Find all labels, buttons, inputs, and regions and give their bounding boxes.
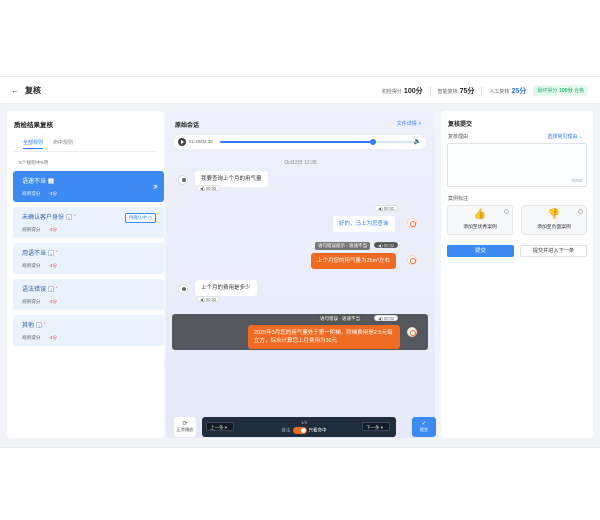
- common-reason-dropdown[interactable]: 选择常见理由 ⌄: [547, 133, 583, 140]
- rule-item[interactable]: 未确认客户身份 1 * 规则得分 -3分 待确认中 ◷: [13, 207, 164, 238]
- audio-duration[interactable]: ◀) 00:02: [374, 205, 399, 211]
- score-summary: 初检得分 100分 智能复核 75分 人工复核 25分 最终得分 100分 合格: [382, 85, 588, 96]
- app-frame: ← 复核 初检得分 100分 智能复核 75分 人工复核 25分 最终得分 100分 合…: [0, 76, 600, 448]
- error-tag: 语句错误提示 - 语速不当: [315, 242, 370, 250]
- submit-next-button[interactable]: 提交并进入下一条: [520, 245, 587, 257]
- review-title: 复核提交: [448, 122, 473, 128]
- rule-count-badge: 2: [48, 177, 55, 184]
- review-panel: 复核提交 复核理由 选择常见理由 ⌄ 0/200 案例标注 👍 添加至优秀案例 …: [441, 111, 593, 438]
- rule-item[interactable]: 语法错误 1 * 规则得分 -3分: [13, 279, 164, 310]
- audio-duration[interactable]: ◀) 00:02: [196, 185, 221, 191]
- final-score-badge: 最终得分 100分 合格: [533, 85, 588, 96]
- audio-duration[interactable]: ◀) 00:02: [374, 242, 399, 248]
- good-case-option[interactable]: 👍 添加至优秀案例: [447, 205, 513, 235]
- message-bubble: 上个月的费用是多少: [195, 280, 257, 296]
- message-bubble: 上个月您的用气量为25m³左右: [311, 253, 397, 269]
- review-submit-button[interactable]: 提交: [447, 245, 514, 257]
- reason-label: 复核理由: [448, 134, 469, 140]
- thumbs-up-icon: 👍: [473, 209, 487, 220]
- score-manual: 人工复核 25分: [489, 87, 527, 95]
- arrow-left-icon[interactable]: ←: [11, 86, 19, 95]
- char-counter: 0/200: [571, 178, 582, 183]
- rule-item[interactable]: 用语不当 1 * 规则得分 -3分: [13, 243, 164, 274]
- header: ← 复核 初检得分 100分 智能复核 75分 人工复核 25分 最终得分 100分 合…: [0, 77, 600, 104]
- audio-duration[interactable]: ◀) 00:02: [196, 296, 221, 302]
- reason-textarea[interactable]: 0/200: [447, 143, 587, 187]
- control-bar: 上一条 ▾ 1/2 备注 只看命中 下一条 ▾: [202, 417, 396, 437]
- bad-case-option[interactable]: 👎 添加至负面案例: [521, 205, 587, 235]
- playback-controls: ⟳ 正常播放 上一条 ▾ 1/2 备注 只看命中 下一条 ▾ ✓ 提交: [170, 417, 436, 439]
- score-initial: 初检得分 100分: [381, 87, 423, 95]
- pending-button[interactable]: 待确认中 ◷: [124, 213, 156, 223]
- progress-handle[interactable]: [370, 139, 377, 145]
- volume-icon[interactable]: 🔈: [414, 138, 421, 145]
- rule-panel: 质检结果复核 全部规则 命中规则 5个规则中5项 语速不当 2 规则得分 -3分 ›…: [7, 111, 164, 438]
- tab-all-rules[interactable]: 全部规则: [23, 139, 44, 149]
- example-label: 案例标注: [448, 196, 469, 202]
- play-icon[interactable]: [178, 138, 186, 146]
- page-title: 复核: [25, 85, 41, 95]
- message-bubble: 好的，马上为您查询: [333, 216, 395, 232]
- thumbs-down-icon: 👎: [547, 209, 561, 220]
- conversation-panel: 原始会话 文件详情 > 01:20/02:30 🔈 Oct12日 12:35 我…: [166, 111, 436, 439]
- error-tag: 语句错误 - 语速不当: [317, 315, 363, 323]
- rule-tabs: 全部规则 命中规则: [23, 139, 73, 149]
- page-indicator: 1/2 备注 只看命中: [281, 420, 327, 434]
- rule-item[interactable]: 其他 1 * 规则得分 -3分: [13, 315, 164, 346]
- message-bubble: 2025年3月您的用气量处于第一阶梯，阶梯费用是2.5元每立方，综合计算您上月费…: [248, 325, 400, 349]
- check-icon: ✓: [421, 421, 427, 427]
- radio[interactable]: [578, 209, 583, 214]
- rule-count: 5个规则中5项: [19, 161, 49, 166]
- file-detail-link[interactable]: 文件详情 >: [397, 120, 421, 127]
- conversation-timestamp: Oct12日 12:35: [284, 160, 317, 166]
- score-smart: 智能复核 75分: [437, 87, 475, 95]
- agent-avatar: [407, 327, 417, 337]
- audio-progress[interactable]: [220, 139, 414, 145]
- radio[interactable]: [504, 209, 509, 214]
- prev-select[interactable]: 上一条 ▾: [206, 422, 234, 431]
- submit-button[interactable]: ✓ 提交: [412, 417, 436, 437]
- user-avatar: [178, 175, 188, 185]
- audio-time: 01:20/02:30: [189, 139, 213, 144]
- chevrons-right-icon: ›››: [153, 181, 158, 191]
- next-select[interactable]: 下一条 ▾: [362, 422, 390, 431]
- rule-panel-title: 质检结果复核: [14, 122, 53, 129]
- conversation-title: 原始会话: [175, 123, 200, 129]
- refresh-button[interactable]: ⟳ 正常播放: [174, 417, 196, 437]
- refresh-icon: ⟳: [182, 421, 188, 427]
- agent-avatar: [407, 255, 417, 265]
- rule-item[interactable]: 语速不当 2 规则得分 -3分 ›››: [13, 171, 164, 202]
- audio-duration[interactable]: ◀) 00:02: [374, 315, 399, 321]
- audio-player: 01:20/02:30 🔈: [174, 135, 426, 149]
- agent-avatar: [407, 218, 417, 228]
- tab-hit-rules[interactable]: 命中规则: [53, 139, 73, 149]
- hit-only-toggle[interactable]: [292, 427, 307, 434]
- user-avatar: [178, 284, 188, 294]
